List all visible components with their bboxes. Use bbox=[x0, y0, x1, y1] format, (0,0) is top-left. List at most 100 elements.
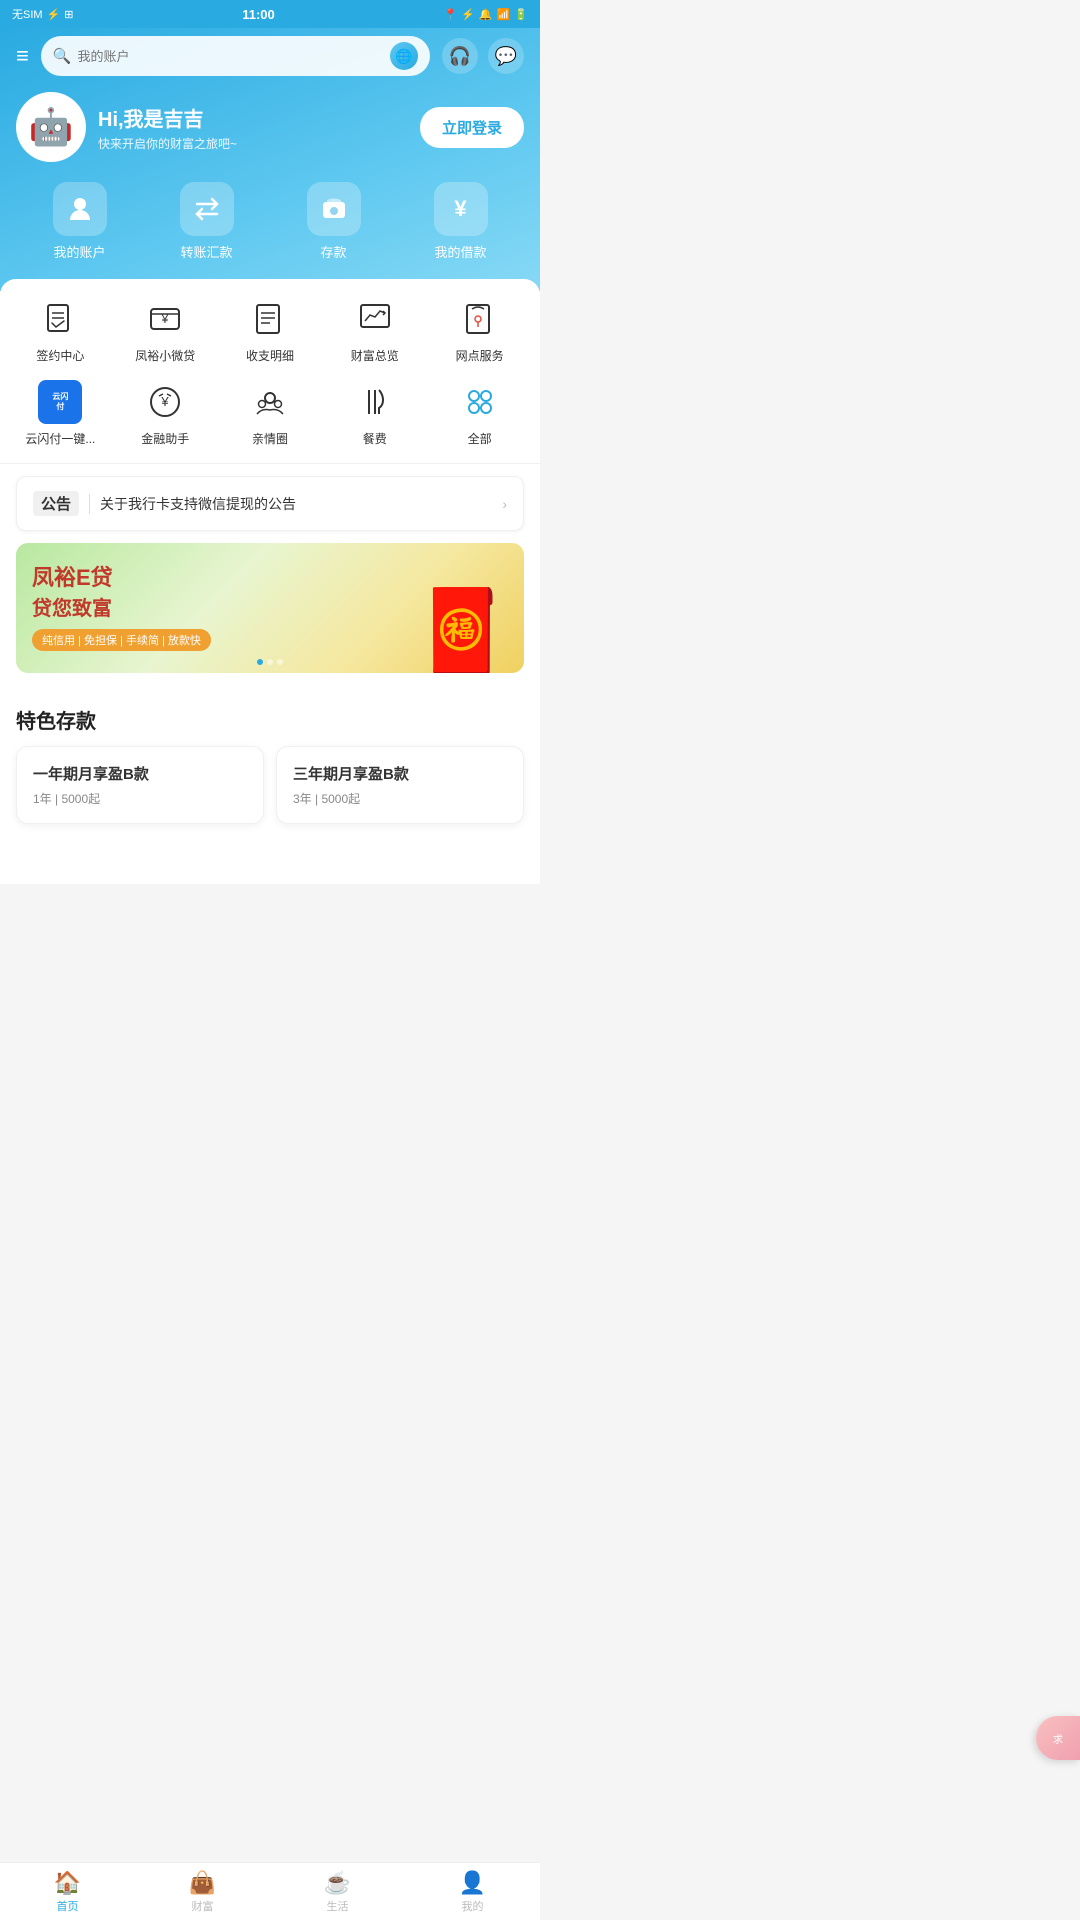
dot-3 bbox=[277, 659, 283, 665]
service-all[interactable]: 全部 bbox=[427, 380, 532, 447]
search-icon: 🔍 bbox=[53, 47, 72, 65]
treasure-chest-icon: 🧧 bbox=[412, 584, 512, 673]
search-bar[interactable]: 🔍 🌐 bbox=[41, 36, 430, 76]
service-label-4: 财富总览 bbox=[351, 347, 399, 364]
nav-label-transfer: 转账汇款 bbox=[180, 242, 232, 261]
service-meal[interactable]: 餐费 bbox=[322, 380, 427, 447]
service-label-2: 凤裕小微贷 bbox=[135, 347, 195, 364]
nav-label-life: 生活 bbox=[327, 1898, 349, 1914]
deposit-card-info-1: 1年 | 5000起 bbox=[33, 790, 247, 807]
notice-arrow-icon: › bbox=[502, 496, 507, 512]
menu-icon[interactable]: ≡ bbox=[16, 43, 29, 69]
service-label-8: 亲情圈 bbox=[252, 430, 288, 447]
notice-divider bbox=[89, 494, 90, 514]
robot-icon: 🤖 bbox=[29, 106, 74, 148]
service-signing-center[interactable]: 签约中心 bbox=[8, 297, 113, 364]
banner-ad[interactable]: 凤裕E贷 贷您致富 纯信用 | 免担保 | 手续简 | 放款快 🧧 bbox=[16, 543, 524, 673]
financial-assistant-icon: ¥ bbox=[143, 380, 187, 424]
service-label-3: 收支明细 bbox=[246, 347, 294, 364]
deposit-cards: 一年期月享盈B款 1年 | 5000起 三年期月享盈B款 3年 | 5000起 bbox=[0, 746, 540, 824]
nav-label-wealth: 财富 bbox=[192, 1898, 214, 1914]
quick-nav-my-account[interactable]: 我的账户 bbox=[53, 182, 107, 261]
service-yunshan[interactable]: 云闪付 云闪付一键... bbox=[8, 380, 113, 447]
service-financial-assistant[interactable]: ¥ 金融助手 bbox=[113, 380, 218, 447]
headset-button[interactable]: 🎧 bbox=[442, 38, 478, 74]
service-family-circle[interactable]: 亲情圈 bbox=[218, 380, 323, 447]
status-right: 📍 ⚡ 🔔 📶 🔋 bbox=[443, 8, 528, 21]
dot-2 bbox=[267, 659, 273, 665]
deposit-card-2[interactable]: 三年期月享盈B款 3年 | 5000起 bbox=[276, 746, 524, 824]
nav-label-account: 我的账户 bbox=[53, 242, 105, 261]
notice-text: 关于我行卡支持微信提现的公告 bbox=[100, 494, 492, 514]
deposit-icon bbox=[307, 182, 361, 236]
service-transactions[interactable]: 收支明细 bbox=[218, 297, 323, 364]
service-label-9: 餐费 bbox=[363, 430, 387, 447]
nav-label-home: 首页 bbox=[57, 1898, 79, 1914]
service-wealth[interactable]: 财富总览 bbox=[322, 297, 427, 364]
account-icon bbox=[53, 182, 107, 236]
wealth-nav-icon: 👜 bbox=[189, 1870, 216, 1896]
notice-label: 公告 bbox=[33, 491, 79, 516]
battery-icon: 🔋 bbox=[514, 8, 528, 21]
nav-life[interactable]: ☕ 生活 bbox=[270, 1870, 405, 1914]
section-title-deposit: 特色存款 bbox=[0, 689, 540, 746]
login-button[interactable]: 立即登录 bbox=[420, 107, 524, 148]
yunshan-icon: 云闪付 bbox=[38, 380, 82, 424]
deposit-card-title-1: 一年期月享盈B款 bbox=[33, 763, 247, 784]
status-time: 11:00 bbox=[242, 7, 275, 22]
search-input[interactable] bbox=[78, 49, 384, 64]
quick-nav-deposit[interactable]: 存款 bbox=[307, 182, 361, 261]
bottom-nav: 🏠 首页 👜 财富 ☕ 生活 👤 我的 bbox=[0, 1862, 540, 1920]
life-nav-icon: ☕ bbox=[324, 1870, 351, 1896]
nav-label-deposit: 存款 bbox=[320, 242, 346, 261]
mine-nav-icon: 👤 bbox=[459, 1870, 486, 1896]
banner-tags: 纯信用 | 免担保 | 手续简 | 放款快 bbox=[32, 629, 211, 651]
deposit-card-title-2: 三年期月享盈B款 bbox=[293, 763, 507, 784]
service-label-6: 云闪付一键... bbox=[25, 430, 95, 447]
greeting-text: Hi,我是吉吉 快来开启你的财富之旅吧~ bbox=[98, 103, 408, 152]
content-area: 签约中心 ¥ 凤裕小微贷 收支明细 bbox=[0, 279, 540, 884]
greeting-title: Hi,我是吉吉 bbox=[98, 103, 408, 132]
wealth-icon bbox=[353, 297, 397, 341]
message-button[interactable]: 💬 bbox=[488, 38, 524, 74]
service-label-5: 网点服务 bbox=[456, 347, 504, 364]
usb-icon: ⚡ bbox=[47, 8, 61, 21]
float-button-label: 求 bbox=[1053, 1731, 1063, 1746]
globe-icon[interactable]: 🌐 bbox=[390, 42, 418, 70]
greeting-row: 🤖 Hi,我是吉吉 快来开启你的财富之旅吧~ 立即登录 bbox=[16, 92, 524, 162]
banner-dots bbox=[257, 659, 283, 665]
deposit-card-1[interactable]: 一年期月享盈B款 1年 | 5000起 bbox=[16, 746, 264, 824]
quick-nav-transfer[interactable]: 转账汇款 bbox=[180, 182, 234, 261]
location-icon: 📍 bbox=[443, 8, 457, 21]
dot-1 bbox=[257, 659, 263, 665]
float-button[interactable]: 求 bbox=[1036, 1716, 1080, 1760]
service-label-10: 全部 bbox=[468, 430, 492, 447]
search-row: ≡ 🔍 🌐 🎧 💬 bbox=[16, 36, 524, 76]
meal-icon bbox=[353, 380, 397, 424]
mute-icon: 🔔 bbox=[479, 8, 493, 21]
home-icon: 🏠 bbox=[54, 1870, 81, 1896]
nav-home[interactable]: 🏠 首页 bbox=[0, 1870, 135, 1914]
nav-wealth[interactable]: 👜 财富 bbox=[135, 1870, 270, 1914]
status-bar: 无SIM ⚡ ⊞ 11:00 📍 ⚡ 🔔 📶 🔋 bbox=[0, 0, 540, 28]
service-label-1: 签约中心 bbox=[36, 347, 84, 364]
branch-icon bbox=[458, 297, 502, 341]
cast-icon: ⊞ bbox=[64, 8, 73, 21]
service-label-7: 金融助手 bbox=[141, 430, 189, 447]
transactions-icon bbox=[248, 297, 292, 341]
service-micro-loan[interactable]: ¥ 凤裕小微贷 bbox=[113, 297, 218, 364]
greeting-sub: 快来开启你的财富之旅吧~ bbox=[98, 135, 408, 152]
nav-label-mine: 我的 bbox=[462, 1898, 484, 1914]
service-branch[interactable]: 网点服务 bbox=[427, 297, 532, 364]
header-icons: 🎧 💬 bbox=[442, 38, 524, 74]
header-bg: ≡ 🔍 🌐 🎧 💬 🤖 Hi,我是吉吉 快来开启你的财富之旅吧~ 立即登录 bbox=[0, 28, 540, 291]
notice-banner[interactable]: 公告 关于我行卡支持微信提现的公告 › bbox=[16, 476, 524, 531]
quick-nav: 我的账户 转账汇款 存款 ¥ 我的借款 bbox=[16, 182, 524, 261]
family-circle-icon bbox=[248, 380, 292, 424]
nav-mine[interactable]: 👤 我的 bbox=[405, 1870, 540, 1914]
loan-icon: ¥ bbox=[434, 182, 488, 236]
services-grid-2: 云闪付 云闪付一键... ¥ 金融助手 bbox=[0, 372, 540, 464]
quick-nav-loan[interactable]: ¥ 我的借款 bbox=[434, 182, 488, 261]
robot-avatar: 🤖 bbox=[16, 92, 86, 162]
nav-label-loan: 我的借款 bbox=[434, 242, 486, 261]
